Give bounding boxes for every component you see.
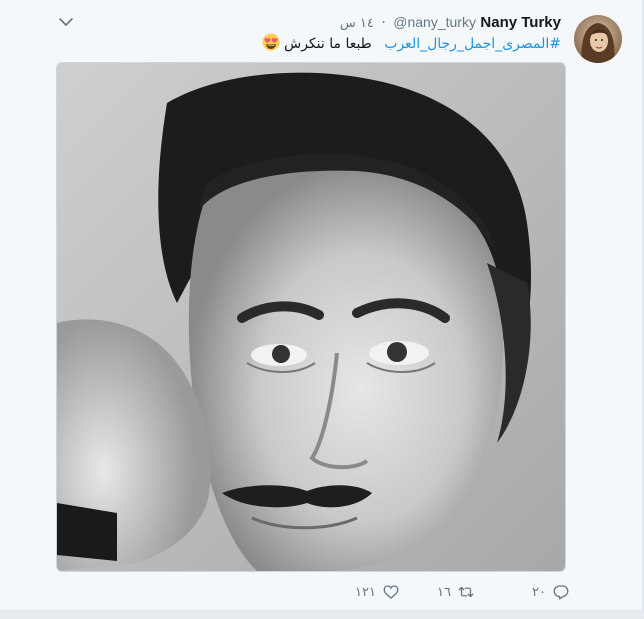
avatar[interactable]: [574, 15, 622, 63]
like-count: ١٢١: [355, 584, 376, 600]
tweet-actions: ٢٠ ١٦ ١٢١: [340, 582, 570, 604]
retweet-button[interactable]: ١٦: [437, 582, 475, 602]
hashtag-link[interactable]: #المصرى_اجمل_رجال_العرب: [384, 36, 561, 52]
user-fullname[interactable]: Nany Turky: [480, 14, 561, 31]
tweet-text: #المصرى_اجمل_رجال_العرب طبعا ما ننكرش: [258, 33, 561, 54]
reply-icon: [553, 585, 569, 600]
retweet-count: ١٦: [437, 584, 451, 600]
chevron-down-icon[interactable]: [58, 14, 74, 30]
retweet-icon: [458, 586, 474, 598]
tweet-photo[interactable]: [56, 62, 566, 572]
user-handle[interactable]: @nany_turky: [393, 14, 476, 30]
tweet-header: ١٤ س · @nany_turky Nany Turky: [340, 13, 561, 33]
tweet-card[interactable]: ١٤ س · @nany_turky Nany Turky #المصرى_اج…: [0, 0, 644, 611]
separator-dot: ·: [381, 15, 386, 31]
like-button[interactable]: ١٢١: [355, 582, 400, 602]
heart-eyes-emoji: [262, 33, 280, 51]
tweet-body: طبعا ما ننكرش: [284, 36, 372, 52]
reply-count: ٢٠: [532, 584, 546, 600]
tweet-time[interactable]: ١٤ س: [340, 16, 374, 31]
heart-icon: [383, 585, 399, 599]
reply-button[interactable]: ٢٠: [532, 582, 570, 602]
